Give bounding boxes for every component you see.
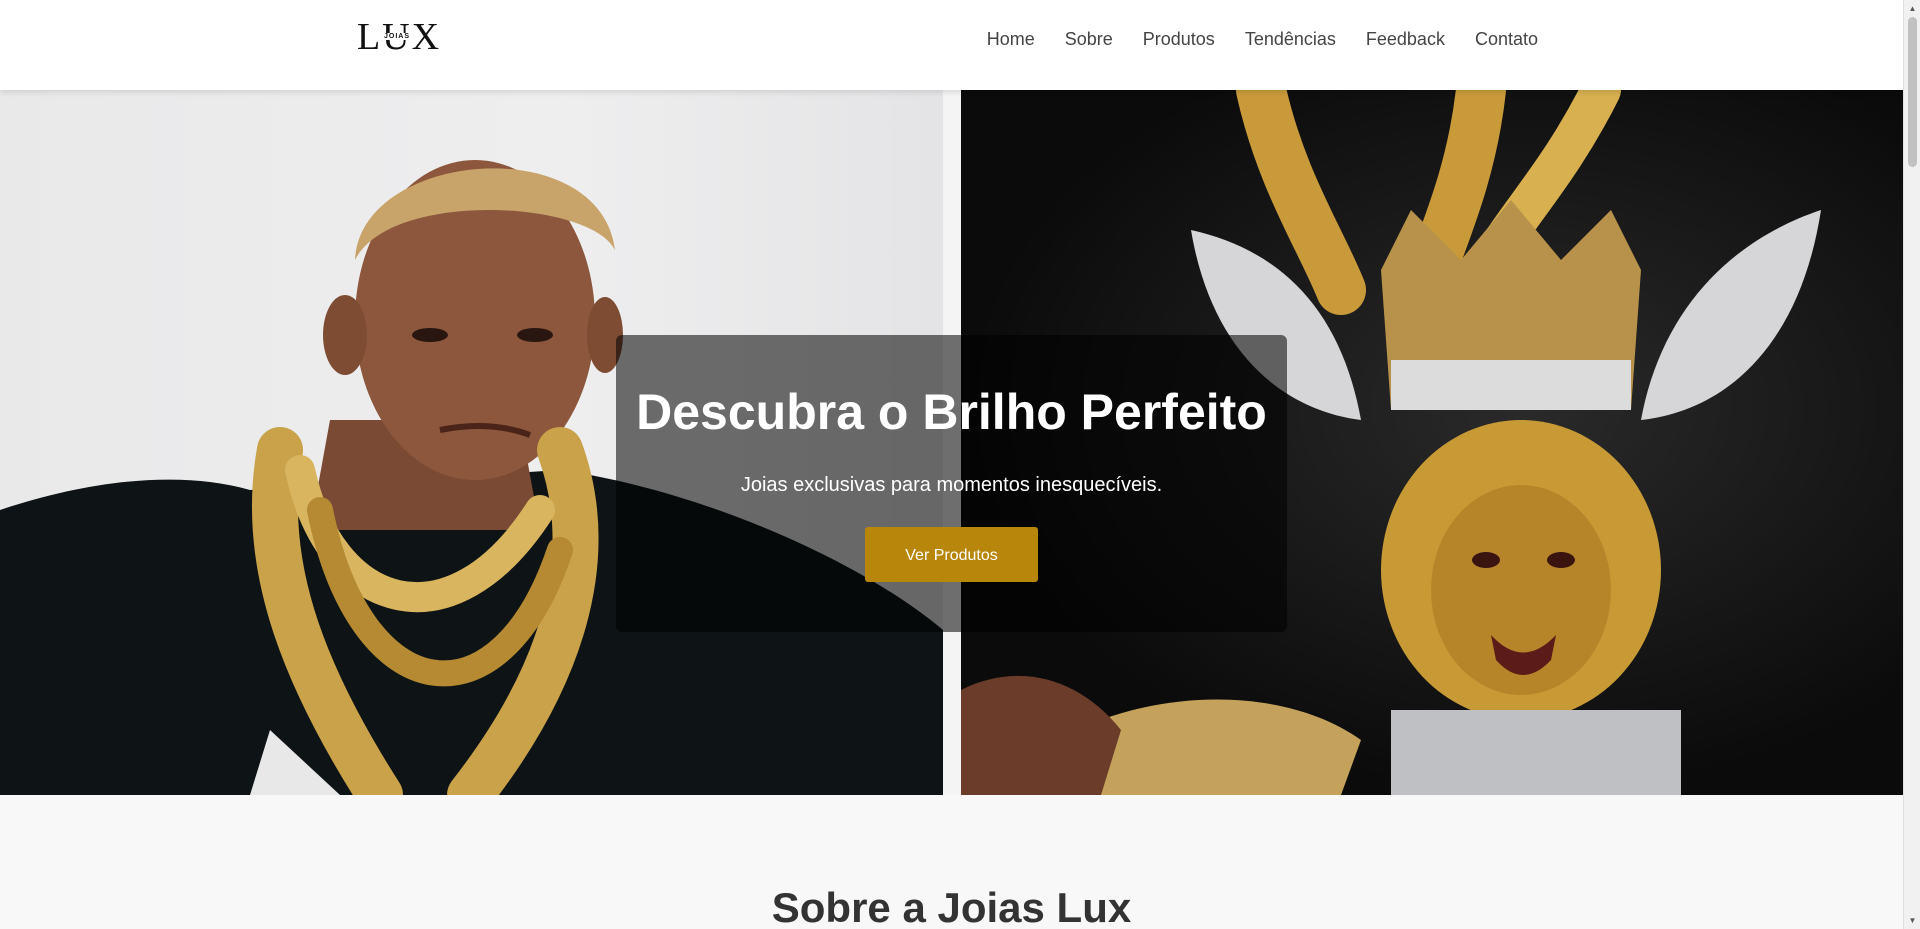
hero-overlay: Descubra o Brilho Perfeito Joias exclusi…: [616, 335, 1287, 632]
about-section-title: Sobre a Joias Lux: [771, 884, 1132, 929]
page-scrollbar[interactable]: ▲ ▼: [1903, 0, 1920, 929]
nav-sobre[interactable]: Sobre: [1065, 26, 1113, 52]
hero-section: Descubra o Brilho Perfeito Joias exclusi…: [0, 90, 1903, 795]
nav-tendencias[interactable]: Tendências: [1245, 26, 1336, 52]
site-header: LUX JOIAS Home Sobre Produtos Tendências…: [0, 0, 1903, 90]
nav-home[interactable]: Home: [987, 26, 1035, 52]
ver-produtos-button[interactable]: Ver Produtos: [865, 527, 1038, 582]
logo-subtext: JOIAS: [382, 33, 413, 40]
scroll-down-arrow-icon[interactable]: ▼: [1904, 912, 1920, 929]
page: LUX JOIAS Home Sobre Produtos Tendências…: [0, 0, 1903, 929]
scroll-up-arrow-icon[interactable]: ▲: [1904, 0, 1920, 17]
logo[interactable]: LUX JOIAS: [357, 18, 440, 56]
hero-subtitle: Joias exclusivas para momentos inesquecí…: [740, 474, 1163, 496]
nav-contato[interactable]: Contato: [1475, 26, 1538, 52]
nav-produtos[interactable]: Produtos: [1143, 26, 1215, 52]
scroll-thumb[interactable]: [1908, 17, 1917, 167]
hero-title: Descubra o Brilho Perfeito: [636, 384, 1267, 440]
nav-feedback[interactable]: Feedback: [1366, 26, 1445, 52]
main-nav: Home Sobre Produtos Tendências Feedback …: [987, 26, 1538, 52]
